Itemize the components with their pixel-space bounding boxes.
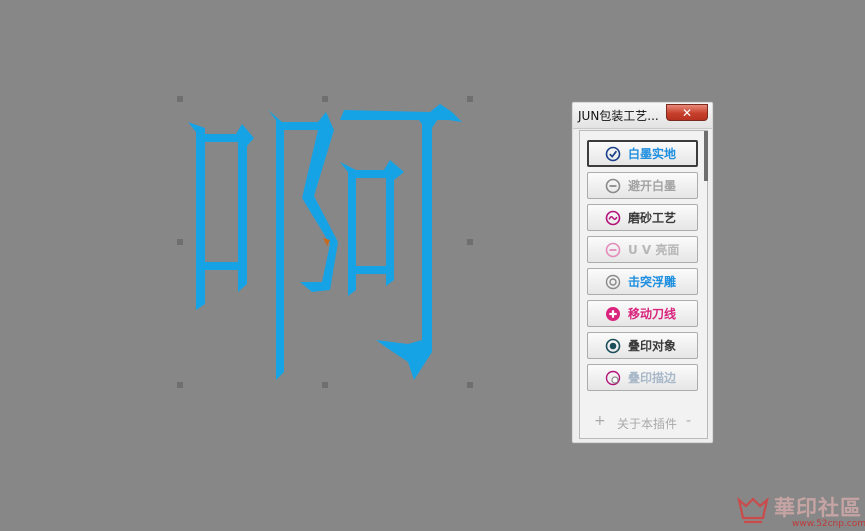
dot-circle-icon (605, 338, 621, 353)
handle-bottom-right[interactable] (467, 382, 473, 388)
canvas-artwork (177, 96, 473, 388)
site-watermark: 華印社區 www.52cnp.com (736, 494, 865, 531)
check-circle-icon (605, 146, 621, 161)
watermark-logo-icon (737, 497, 769, 524)
close-icon: ✕ (681, 106, 693, 120)
white-ink-solid-button[interactable]: 白墨实地 (587, 140, 698, 167)
selected-glyph[interactable] (188, 104, 462, 380)
handle-top-right[interactable] (467, 96, 473, 102)
avoid-white-ink-label: 避开白墨 (628, 179, 677, 193)
move-knife-line-button[interactable]: 移动刀线 (587, 300, 698, 327)
target-circle-icon (605, 274, 621, 289)
overprint-stroke-button[interactable]: 叠印描边 (587, 364, 698, 391)
white-ink-solid-label: 白墨实地 (628, 147, 677, 161)
close-button[interactable]: ✕ (666, 104, 708, 121)
plugin-panel: JUN包装工艺... ✕ 白墨实地 避开白墨 磨砂工艺 U V 亮面 击突浮雕 … (571, 101, 714, 444)
emboss-label: 击突浮雕 (628, 275, 677, 289)
wave-circle-icon (605, 210, 621, 225)
overprint-object-button[interactable]: 叠印对象 (587, 332, 698, 359)
about-plugin-row[interactable]: + 关于本插件 - (580, 413, 707, 433)
handle-top-left[interactable] (177, 96, 183, 102)
frosted-process-label: 磨砂工艺 (628, 211, 677, 225)
handle-top-center[interactable] (322, 96, 328, 102)
expand-plus-icon: + (594, 413, 606, 429)
panel-content: 白墨实地 避开白墨 磨砂工艺 U V 亮面 击突浮雕 移动刀线 叠印对象 叠印描… (579, 130, 708, 439)
minus-circle-pink-icon (605, 242, 621, 257)
collapse-minus-icon: - (685, 413, 691, 429)
minus-circle-icon (605, 178, 621, 193)
handle-bottom-center[interactable] (322, 382, 328, 388)
frosted-process-button[interactable]: 磨砂工艺 (587, 204, 698, 231)
watermark-text: 華印社區 (774, 495, 862, 520)
move-knife-line-label: 移动刀线 (628, 307, 677, 321)
avoid-white-ink-button[interactable]: 避开白墨 (587, 172, 698, 199)
panel-title: JUN包装工艺... (578, 109, 659, 123)
watermark-url: www.52cnp.com (792, 519, 865, 529)
handle-mid-right[interactable] (467, 239, 473, 245)
emboss-button[interactable]: 击突浮雕 (587, 268, 698, 295)
uv-gloss-button[interactable]: U V 亮面 (587, 236, 698, 263)
overprint-object-label: 叠印对象 (628, 339, 677, 353)
ring-circle-icon (605, 370, 621, 385)
plus-circle-icon (606, 306, 620, 321)
uv-gloss-label: U V 亮面 (628, 243, 680, 257)
handle-mid-left[interactable] (177, 239, 183, 245)
about-plugin-label: 关于本插件 (617, 417, 678, 431)
scrollbar[interactable] (704, 131, 708, 181)
panel-titlebar[interactable]: JUN包装工艺... ✕ (573, 103, 712, 129)
handle-bottom-left[interactable] (177, 382, 183, 388)
overprint-stroke-label: 叠印描边 (628, 371, 677, 385)
